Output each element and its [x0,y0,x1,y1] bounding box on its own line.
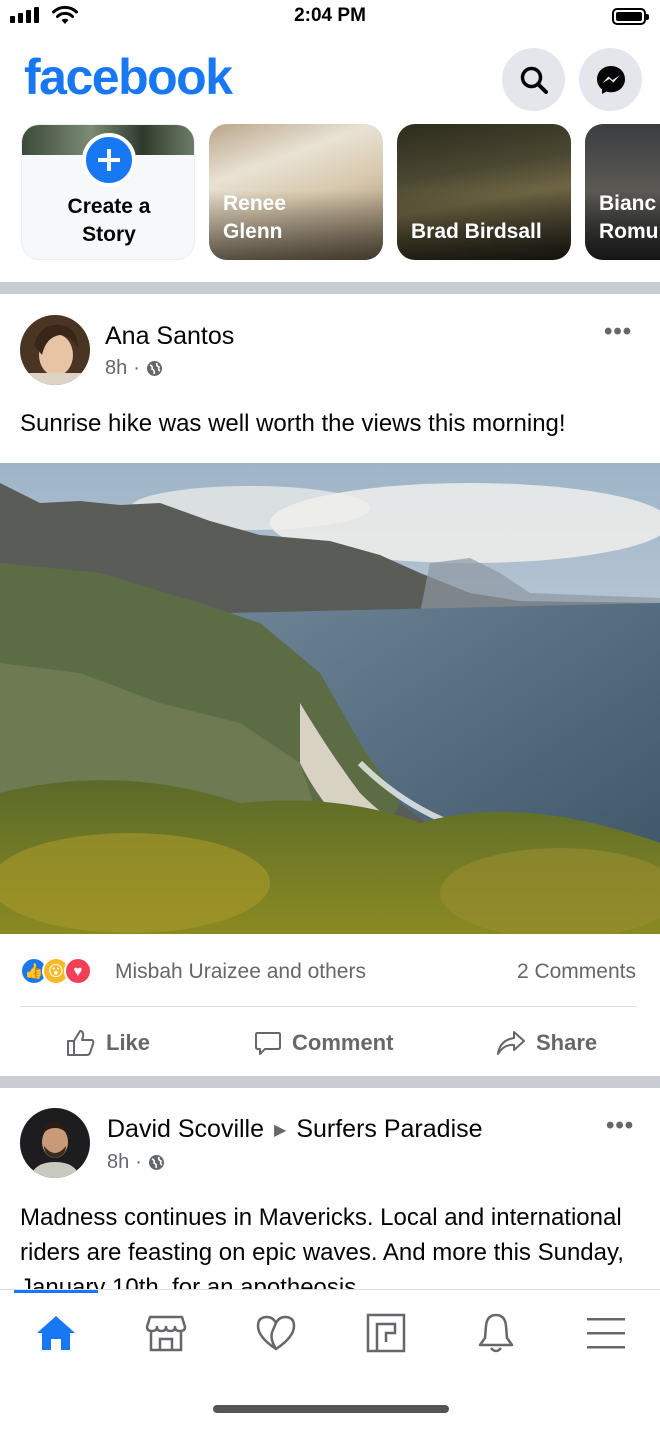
tab-pages[interactable] [356,1308,416,1358]
love-icon: ♥ [64,957,92,985]
home-icon [37,1316,75,1350]
like-button[interactable]: Like [66,1015,150,1071]
share-icon [497,1031,525,1055]
globe-icon [146,361,162,376]
post-meta: 8h · [105,357,163,380]
comments-count[interactable]: 2 Comments [517,960,636,984]
post-options-button[interactable]: ••• [604,318,632,346]
plus-icon[interactable] [82,133,136,187]
comment-label: Comment [292,1030,394,1055]
notifications-icon [478,1313,514,1353]
story-card-brad-birdsall[interactable]: Brad Birdsall [397,124,571,260]
separator [20,1006,637,1007]
reactions-text: Misbah Uraizee and others [115,960,366,983]
story-card-bianca[interactable]: Bianc Romu [585,124,660,260]
post-photo[interactable] [0,463,660,934]
post-text: Sunrise hike was well worth the views th… [20,410,566,437]
share-label: Share [536,1030,598,1055]
tab-home[interactable] [26,1308,86,1358]
comment-icon [255,1032,281,1055]
story-name: Renee Glenn [223,192,287,243]
story-name: Bianc Romu [599,192,659,243]
share-button[interactable]: Share [496,1015,597,1071]
post-actions: Like Comment Share [0,1015,660,1071]
feed-divider [0,282,660,294]
bottom-navigation [0,1289,660,1429]
tab-menu[interactable] [576,1308,636,1358]
status-bar: 2:04 PM [0,0,660,34]
messenger-icon [596,65,625,94]
avatar[interactable] [20,315,90,385]
battery-icon [612,8,649,25]
search-icon [520,66,548,94]
facebook-logo[interactable]: facebook [24,48,233,106]
avatar[interactable] [20,1108,90,1178]
menu-icon [587,1318,625,1349]
comment-button[interactable]: Comment [254,1015,393,1071]
marketplace-icon [145,1315,187,1352]
pages-icon [366,1313,406,1353]
thumbs-up-icon [67,1030,95,1056]
tab-marketplace[interactable] [136,1308,196,1358]
post-author[interactable]: Ana Santos [105,322,234,351]
globe-icon [148,1155,164,1170]
feed-divider [0,1076,660,1088]
post-author[interactable]: David Scoville [107,1115,264,1144]
stories-tray: Create a Story Renee Glenn Brad Birdsall… [0,124,660,262]
create-story-card[interactable]: Create a Story [21,124,195,260]
tab-dating[interactable] [246,1308,306,1358]
search-button[interactable] [502,48,565,111]
tab-notifications[interactable] [466,1308,526,1358]
story-name: Brad Birdsall [411,220,542,243]
story-card-renee-glenn[interactable]: Renee Glenn [209,124,383,260]
reaction-icons: 👍 😮 ♥ [20,957,92,985]
home-indicator[interactable] [213,1405,449,1413]
like-label: Like [106,1030,151,1055]
post-header-title: David Scoville ▶ Surfers Paradise [107,1115,483,1144]
post-text: Madness continues in Mavericks. Local an… [20,1204,624,1289]
post-time: 8h [105,357,128,379]
post-meta: 8h · [107,1151,165,1174]
messenger-button[interactable] [579,48,642,111]
post-time: 8h [107,1151,130,1173]
create-story-label: Create a Story [67,195,151,246]
dating-icon [256,1315,296,1351]
active-tab-indicator [14,1290,98,1293]
post-group[interactable]: Surfers Paradise [296,1115,482,1144]
post-options-button[interactable]: ••• [606,1112,634,1140]
right-arrow-icon: ▶ [274,1121,287,1139]
status-time: 2:04 PM [294,5,366,26]
app-header: facebook [0,40,660,120]
reactions-summary[interactable]: 👍 😮 ♥ Misbah Uraizee and others 2 Commen… [20,955,640,989]
